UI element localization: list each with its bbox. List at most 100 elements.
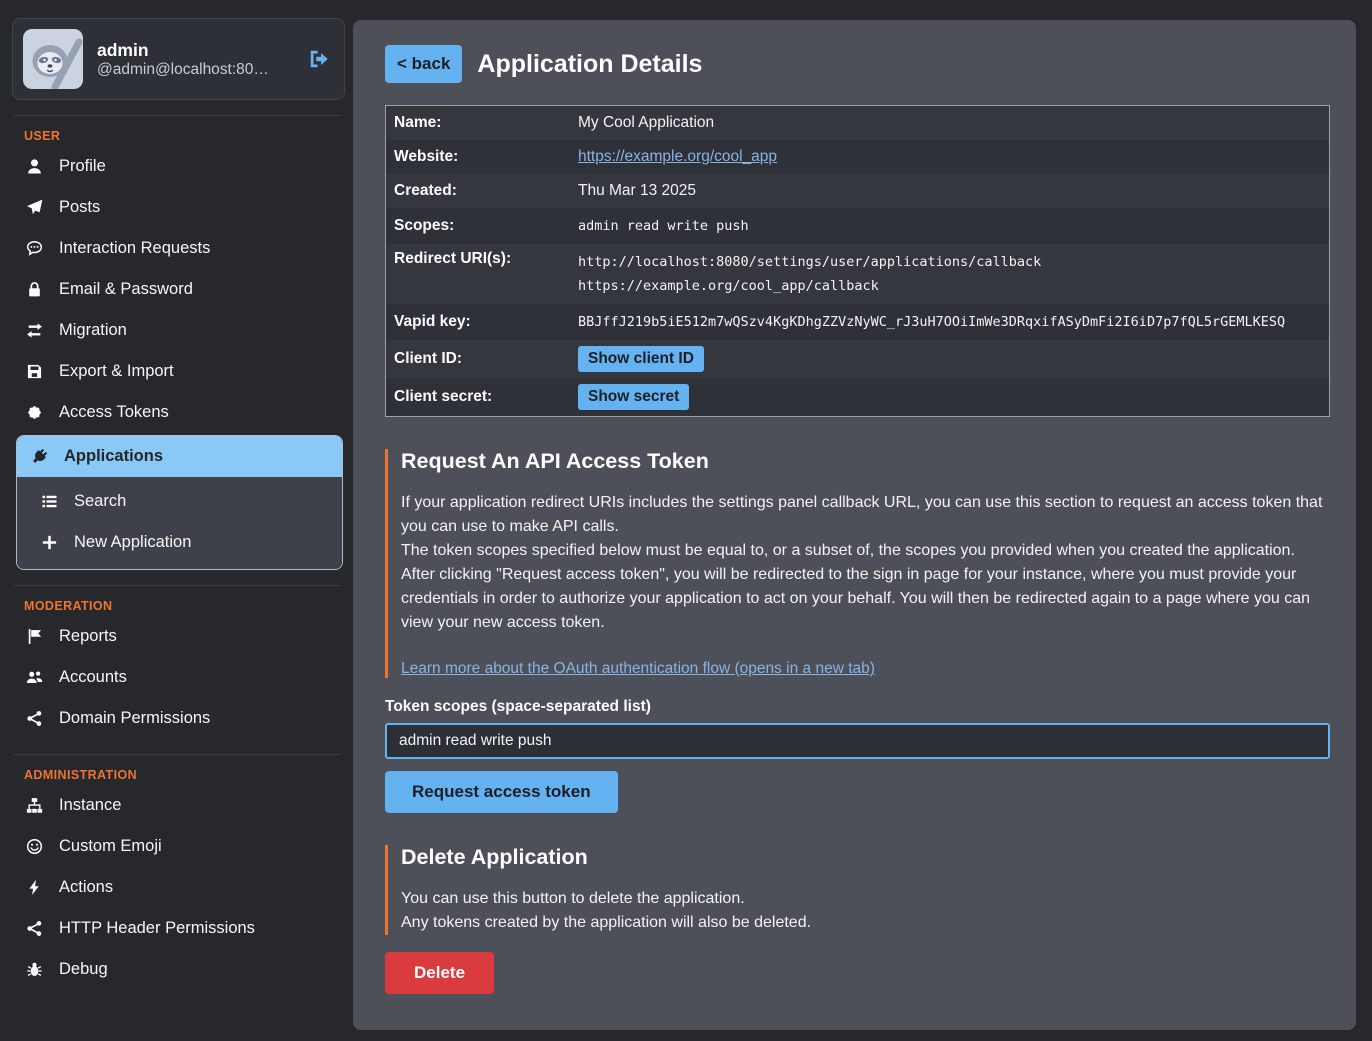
sidebar-item-interaction-requests[interactable]: Interaction Requests xyxy=(12,228,345,269)
table-row-scopes: Scopes: admin read write push xyxy=(386,208,1329,244)
sidebar-item-applications[interactable]: Applications xyxy=(17,436,342,477)
divider xyxy=(14,115,341,116)
user-display-name: admin xyxy=(97,40,294,61)
sidebar-item-reports[interactable]: Reports xyxy=(12,616,345,657)
table-row-client-secret: Client secret: Show secret xyxy=(386,378,1329,416)
request-access-token-button[interactable]: Request access token xyxy=(385,771,618,813)
request-token-paragraph: If your application redirect URIs includ… xyxy=(401,491,1330,539)
sign-out-icon[interactable] xyxy=(308,48,330,70)
redirect-uri: http://localhost:8080/settings/user/appl… xyxy=(578,250,1321,274)
show-secret-button[interactable]: Show secret xyxy=(578,384,689,410)
sidebar-item-label: New Application xyxy=(74,533,191,552)
bug-icon xyxy=(25,961,44,978)
page-title: Application Details xyxy=(477,50,702,79)
sidebar-item-accounts[interactable]: Accounts xyxy=(12,657,345,698)
redirect-uri: https://example.org/cool_app/callback xyxy=(578,274,1321,298)
delete-info-line: Any tokens created by the application wi… xyxy=(401,911,1330,935)
application-details-panel: < back Application Details Name: My Cool… xyxy=(353,20,1356,1030)
sidebar-item-access-tokens[interactable]: Access Tokens xyxy=(12,392,345,433)
users-icon xyxy=(25,669,44,686)
sidebar-item-label: Posts xyxy=(59,198,100,217)
request-token-title: Request An API Access Token xyxy=(401,449,1330,474)
user-card[interactable]: admin @admin@localhost:8080 xyxy=(12,18,345,100)
sidebar-item-custom-emoji[interactable]: Custom Emoji xyxy=(12,826,345,867)
scopes-value: admin read write push xyxy=(570,208,1329,244)
sidebar-item-label: Search xyxy=(74,492,126,511)
user-names: admin @admin@localhost:8080 xyxy=(97,40,294,79)
delete-application-title: Delete Application xyxy=(401,845,1330,870)
table-row-name: Name: My Cool Application xyxy=(386,106,1329,140)
sidebar-item-migration[interactable]: Migration xyxy=(12,310,345,351)
token-scopes-form: Token scopes (space-separated list) Requ… xyxy=(385,698,1330,813)
lock-icon xyxy=(25,281,44,298)
sidebar-item-label: Profile xyxy=(59,157,106,176)
redirect-uris-value: http://localhost:8080/settings/user/appl… xyxy=(570,244,1329,304)
sidebar-item-label: Export & Import xyxy=(59,362,174,381)
token-scopes-label: Token scopes (space-separated list) xyxy=(385,698,1330,716)
request-token-paragraph: After clicking "Request access token", y… xyxy=(401,563,1330,635)
sidebar-item-label: Interaction Requests xyxy=(59,239,210,258)
delete-button[interactable]: Delete xyxy=(385,952,494,994)
sidebar-item-debug[interactable]: Debug xyxy=(12,949,345,990)
table-row-client-id: Client ID: Show client ID xyxy=(386,340,1329,378)
sidebar-item-new-application[interactable]: New Application xyxy=(17,522,342,563)
sidebar-item-email-password[interactable]: Email & Password xyxy=(12,269,345,310)
section-label-user: USER xyxy=(12,120,345,146)
sidebar-item-label: Domain Permissions xyxy=(59,709,210,728)
sidebar-item-actions[interactable]: Actions xyxy=(12,867,345,908)
comment-icon xyxy=(25,240,44,257)
row-label: Client ID: xyxy=(386,344,570,374)
row-label: Client secret: xyxy=(386,382,570,412)
sidebar-item-label: Migration xyxy=(59,321,127,340)
application-details-table: Name: My Cool Application Website: https… xyxy=(385,105,1330,417)
sidebar-item-domain-permissions[interactable]: Domain Permissions xyxy=(12,698,345,739)
divider xyxy=(14,585,341,586)
show-client-id-button[interactable]: Show client ID xyxy=(578,346,704,372)
applications-subitems: Search New Application xyxy=(17,477,342,569)
delete-application-section: Delete Application You can use this butt… xyxy=(385,845,1330,935)
user-handle: @admin@localhost:8080 xyxy=(97,61,269,79)
token-seal-icon xyxy=(25,404,44,421)
table-row-redirect-uris: Redirect URI(s): http://localhost:8080/s… xyxy=(386,244,1329,304)
sidebar: admin @admin@localhost:8080 USER Profile… xyxy=(0,0,353,1041)
sidebar-item-label: Instance xyxy=(59,796,121,815)
oauth-docs-link[interactable]: Learn more about the OAuth authenticatio… xyxy=(401,660,875,678)
sloth-avatar xyxy=(23,29,83,89)
row-label: Redirect URI(s): xyxy=(386,244,570,274)
flag-icon xyxy=(25,628,44,645)
bolt-icon xyxy=(25,879,44,896)
table-row-website: Website: https://example.org/cool_app xyxy=(386,140,1329,174)
row-label: Vapid key: xyxy=(386,307,570,337)
sidebar-item-profile[interactable]: Profile xyxy=(12,146,345,187)
share-nodes-icon xyxy=(25,920,44,937)
sidebar-item-label: Email & Password xyxy=(59,280,193,299)
sidebar-item-export-import[interactable]: Export & Import xyxy=(12,351,345,392)
sidebar-item-instance[interactable]: Instance xyxy=(12,785,345,826)
back-button[interactable]: < back xyxy=(385,45,462,83)
table-row-vapid-key: Vapid key: BBJffJ219b5iE512m7wQSzv4KgKDh… xyxy=(386,304,1329,340)
paper-plane-icon xyxy=(25,199,44,216)
sidebar-item-applications-search[interactable]: Search xyxy=(17,481,342,522)
plus-icon xyxy=(40,534,59,551)
sidebar-item-posts[interactable]: Posts xyxy=(12,187,345,228)
migration-arrows-icon xyxy=(25,322,44,339)
row-label: Scopes: xyxy=(386,211,570,241)
row-label: Name: xyxy=(386,108,570,138)
user-icon xyxy=(25,158,44,175)
delete-info-line: You can use this button to delete the ap… xyxy=(401,887,1330,911)
section-label-moderation: MODERATION xyxy=(12,590,345,616)
request-token-paragraph: The token scopes specified below must be… xyxy=(401,539,1330,563)
sidebar-item-label: Accounts xyxy=(59,668,127,687)
sidebar-item-label: Applications xyxy=(64,447,163,466)
row-label: Website: xyxy=(386,142,570,172)
sidebar-item-label: Reports xyxy=(59,627,117,646)
sidebar-item-label: Custom Emoji xyxy=(59,837,162,856)
website-link[interactable]: https://example.org/cool_app xyxy=(578,148,777,165)
token-scopes-input[interactable] xyxy=(385,723,1330,759)
share-nodes-icon xyxy=(25,710,44,727)
sitemap-icon xyxy=(25,797,44,814)
sidebar-item-http-header-permissions[interactable]: HTTP Header Permissions xyxy=(12,908,345,949)
sidebar-item-label: Actions xyxy=(59,878,113,897)
row-label: Created: xyxy=(386,176,570,206)
created-value: Thu Mar 13 2025 xyxy=(570,176,1329,206)
